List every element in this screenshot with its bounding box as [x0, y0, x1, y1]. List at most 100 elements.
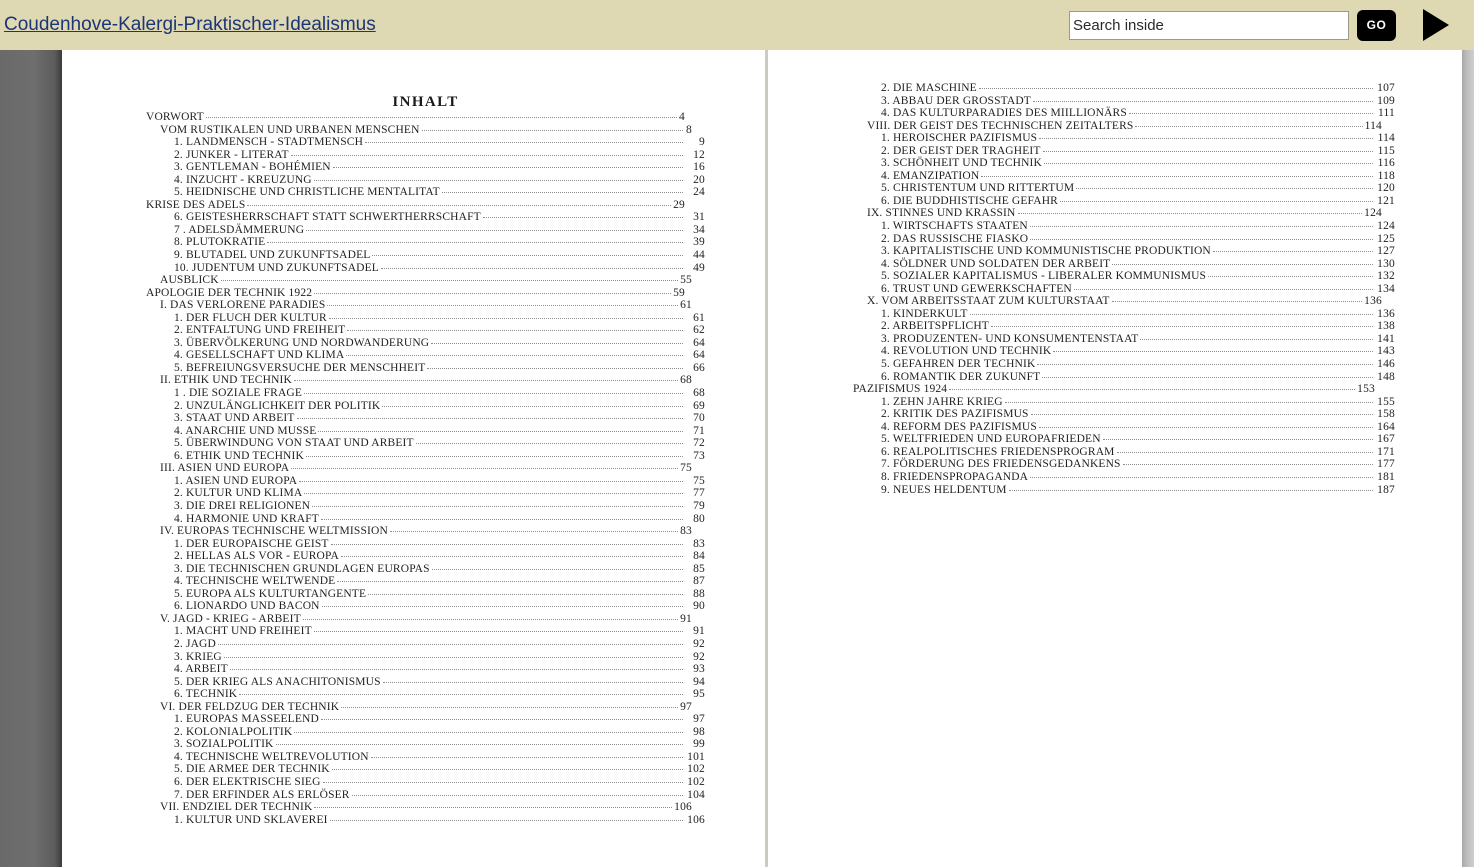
- toc-entry[interactable]: 6. DER ELEKTRISCHE SIEG 102: [146, 776, 705, 789]
- toc-entry[interactable]: 1. LANDMENSCH - STADTMENSCH 9: [146, 136, 705, 149]
- toc-entry[interactable]: 1. DER EUROPAISCHE GEIST 83: [146, 538, 705, 551]
- book-page-left[interactable]: INHALT VORWORT 4 VOM RUSTIKALEN UND URBANE…: [62, 50, 765, 867]
- toc-entry[interactable]: 3. KRIEG 92: [146, 651, 705, 664]
- toc-entry[interactable]: 1. KULTUR UND SKLAVEREI 106: [146, 814, 705, 827]
- play-icon[interactable]: [1418, 5, 1452, 45]
- book-title-link[interactable]: Coudenhove-Kalergi-Praktischer-Idealismu…: [4, 14, 376, 36]
- toc-leader-dots: [330, 543, 683, 545]
- toc-entry[interactable]: 6. TECHNIK 95: [146, 688, 705, 701]
- toc-entry[interactable]: 5. HEIDNISCHE UND CHRISTLICHE MENTALITAT…: [146, 186, 705, 199]
- toc-entry[interactable]: 6. ETHIK UND TECHNIK 73: [146, 450, 705, 463]
- toc-entry[interactable]: 4. REFORM DES PAZIFISMUS 164: [853, 421, 1395, 434]
- toc-entry[interactable]: VII. ENDZIEL DER TECHNIK 106: [146, 801, 705, 814]
- toc-entry[interactable]: 4. SÖLDNER UND SOLDATEN DER ARBEIT 130: [853, 258, 1395, 271]
- toc-entry[interactable]: 5. GEFAHREN DER TECHNIK 146: [853, 358, 1395, 371]
- toc-entry[interactable]: 3. DIE DREI RELIGIONEN 79: [146, 500, 705, 513]
- toc-entry[interactable]: 2. KULTUR UND KLIMA 77: [146, 487, 705, 500]
- toc-entry[interactable]: 4. REVOLUTION UND TECHNIK 143: [853, 345, 1395, 358]
- toc-entry[interactable]: II. ETHIK UND TECHNIK 68: [146, 374, 705, 387]
- toc-entry[interactable]: 6. TRUST UND GEWERKSCHAFTEN 134: [853, 283, 1395, 296]
- toc-entry[interactable]: 3. SCHÖNHEIT UND TECHNIK 116: [853, 157, 1395, 170]
- toc-entry[interactable]: AUSBLICK 55: [146, 274, 705, 287]
- toc-entry-label: 2. JAGD: [174, 637, 216, 650]
- toc-leader-dots: [1116, 451, 1373, 453]
- toc-entry[interactable]: 2. JUNKER - LITERAT 12: [146, 149, 705, 162]
- toc-entry[interactable]: 3. PRODUZENTEN- UND KONSUMENTENSTAAT 141: [853, 333, 1395, 346]
- toc-entry[interactable]: 3. SOZIALPOLITIK 99: [146, 738, 705, 751]
- toc-entry[interactable]: 3. DIE TECHNISCHEN GRUNDLAGEN EUROPAS 85: [146, 563, 705, 576]
- toc-entry[interactable]: 9. NEUES HELDENTUM 187: [853, 484, 1395, 497]
- toc-entry[interactable]: 1. KINDERKULT 136: [853, 308, 1395, 321]
- toc-entry[interactable]: 10. JUDENTUM UND ZUKUNFTSADEL 49: [146, 262, 705, 275]
- toc-entry[interactable]: 5. EUROPA ALS KULTURTANGENTE 88: [146, 588, 705, 601]
- toc-entry[interactable]: 4. HARMONIE UND KRAFT 80: [146, 513, 705, 526]
- toc-entry[interactable]: 6. REALPOLITISCHES FRIEDENSPROGRAM 171: [853, 446, 1395, 459]
- toc-entry[interactable]: 2. ENTFALTUNG UND FREIHEIT 62: [146, 324, 705, 337]
- toc-entry[interactable]: PAZIFISMUS 1924 153: [853, 383, 1395, 396]
- toc-entry[interactable]: 6. ROMANTIK DER ZUKUNFT 148: [853, 371, 1395, 384]
- book-page-right[interactable]: 2. DIE MASCHINE 107 3. ABBAU DER GROSSTADT…: [768, 50, 1462, 867]
- toc-entry[interactable]: 6. DIE BUDDHISTISCHE GEFAHR 121: [853, 195, 1395, 208]
- toc-entry[interactable]: VOM RUSTIKALEN UND URBANEN MENSCHEN 8: [146, 124, 705, 137]
- toc-entry[interactable]: 2. KOLONIALPOLITIK 98: [146, 726, 705, 739]
- toc-entry[interactable]: X. VOM ARBEITSSTAAT ZUM KULTURSTAAT 136: [853, 295, 1395, 308]
- toc-entry[interactable]: 4. INZUCHT - KREUZUNG 20: [146, 174, 705, 187]
- toc-entry[interactable]: 1. WIRTSCHAFTS STAATEN 124: [853, 220, 1395, 233]
- toc-entry[interactable]: 1. HEROISCHER PAZIFISMUS 114: [853, 132, 1395, 145]
- toc-entry[interactable]: 5. DER KRIEG ALS ANACHITONISMUS 94: [146, 676, 705, 689]
- toc-entry[interactable]: 3. STAAT UND ARBEIT 70: [146, 412, 705, 425]
- toc-entry[interactable]: 8. PLUTOKRATIE 39: [146, 236, 705, 249]
- toc-entry[interactable]: 1. ASIEN UND EUROPA 75: [146, 475, 705, 488]
- toc-entry[interactable]: 7 . ADELSDÄMMERUNG 34: [146, 224, 705, 237]
- toc-entry[interactable]: 4. ARBEIT 93: [146, 663, 705, 676]
- toc-entry[interactable]: I. DAS VERLORENE PARADIES 61: [146, 299, 705, 312]
- toc-entry[interactable]: 7. FÖRDERUNG DES FRIEDENSGEDANKENS 177: [853, 458, 1395, 471]
- toc-entry[interactable]: 1. ZEHN JAHRE KRIEG 155: [853, 396, 1395, 409]
- toc-entry[interactable]: 5. BEFREIUNGSVERSUCHE DER MENSCHHEIT 66: [146, 362, 705, 375]
- toc-entry[interactable]: 3. ÜBERVÖLKERUNG UND NORDWANDERUNG 64: [146, 337, 705, 350]
- toc-entry[interactable]: 3. GENTLEMAN - BOHÉMIEN 16: [146, 161, 705, 174]
- toc-entry[interactable]: 1. MACHT UND FREIHEIT 91: [146, 625, 705, 638]
- toc-leader-dots: [949, 389, 1356, 391]
- toc-entry[interactable]: 5. DIE ARMEE DER TECHNIK 102: [146, 763, 705, 776]
- toc-entry[interactable]: 1. EUROPAS MASSEELEND 97: [146, 713, 705, 726]
- toc-entry[interactable]: 6. LIONARDO UND BACON 90: [146, 600, 705, 613]
- toc-entry[interactable]: 9. BLUTADEL UND ZUKUNFTSADEL 44: [146, 249, 705, 262]
- toc-entry[interactable]: 3. KAPITALISTISCHE UND KOMMUNISTISCHE PR…: [853, 245, 1395, 258]
- toc-entry[interactable]: 5. CHRISTENTUM UND RITTERTUM 120: [853, 182, 1395, 195]
- toc-entry[interactable]: 4. ANARCHIE UND MUSSE 71: [146, 425, 705, 438]
- toc-entry[interactable]: 2. DIE MASCHINE 107: [853, 82, 1395, 95]
- toc-entry[interactable]: IX. STINNES UND KRASSIN 124: [853, 207, 1395, 220]
- toc-entry[interactable]: 3. ABBAU DER GROSSTADT 109: [853, 95, 1395, 108]
- toc-entry[interactable]: 4. TECHNISCHE WELTREVOLUTION 101: [146, 751, 705, 764]
- toc-entry[interactable]: VORWORT 4: [146, 111, 705, 124]
- toc-entry[interactable]: 4. TECHNISCHE WELTWENDE 87: [146, 575, 705, 588]
- toc-entry[interactable]: III. ASIEN UND EUROPA 75: [146, 462, 705, 475]
- toc-entry[interactable]: APOLOGIE DER TECHNIK 1922 59: [146, 287, 705, 300]
- toc-entry[interactable]: 2. DER GEIST DER TRAGHEIT 115: [853, 145, 1395, 158]
- toc-entry[interactable]: 2. HELLAS ALS VOR - EUROPA 84: [146, 550, 705, 563]
- toc-entry[interactable]: 4. EMANZIPATION 118: [853, 170, 1395, 183]
- toc-entry[interactable]: 1 . DIE SOZIALE FRAGE 68: [146, 387, 705, 400]
- toc-entry[interactable]: KRISE DES ADELS 29: [146, 199, 705, 212]
- toc-entry[interactable]: 6. GEISTESHERRSCHAFT STATT SCHWERTHERRSC…: [146, 211, 705, 224]
- toc-entry[interactable]: 4. GESELLSCHAFT UND KLIMA 64: [146, 349, 705, 362]
- toc-entry[interactable]: VI. DER FELDZUG DER TECHNIK 97: [146, 701, 705, 714]
- toc-entry[interactable]: 5. SOZIALER KAPITALISMUS - LIBERALER KOM…: [853, 270, 1395, 283]
- search-go-button[interactable]: GO: [1357, 9, 1396, 41]
- toc-entry[interactable]: 4. DAS KULTURPARADIES DES MIILLIONÄRS 111: [853, 107, 1395, 120]
- toc-entry[interactable]: 2. JAGD 92: [146, 638, 705, 651]
- toc-entry[interactable]: 2. DAS RUSSISCHE FIASKO 125: [853, 233, 1395, 246]
- toc-entry[interactable]: 7. DER ERFINDER ALS ERLÖSER 104: [146, 789, 705, 802]
- toc-entry[interactable]: IV. EUROPAS TECHNISCHE WELTMISSION 83: [146, 525, 705, 538]
- toc-entry[interactable]: 5. ÜBERWINDUNG VON STAAT UND ARBEIT 72: [146, 437, 705, 450]
- toc-entry[interactable]: V. JAGD - KRIEG - ARBEIT 91: [146, 613, 705, 626]
- toc-entry[interactable]: 2. KRITIK DES PAZIFISMUS 158: [853, 408, 1395, 421]
- toc-entry[interactable]: 2. UNZULÄNGLICHKEIT DER POLITIK 69: [146, 400, 705, 413]
- toc-entry[interactable]: 8. FRIEDENSPROPAGANDA 181: [853, 471, 1395, 484]
- toc-entry[interactable]: 2. ARBEITSPFLICHT 138: [853, 320, 1395, 333]
- search-input[interactable]: [1069, 10, 1349, 40]
- toc-entry[interactable]: 5. WELTFRIEDEN UND EUROPAFRIEDEN 167: [853, 433, 1395, 446]
- toc-entry[interactable]: VIII. DER GEIST DES TECHNISCHEN ZEITALTE…: [853, 120, 1395, 133]
- toc-entry[interactable]: 1. DER FLUCH DER KULTUR 61: [146, 312, 705, 325]
